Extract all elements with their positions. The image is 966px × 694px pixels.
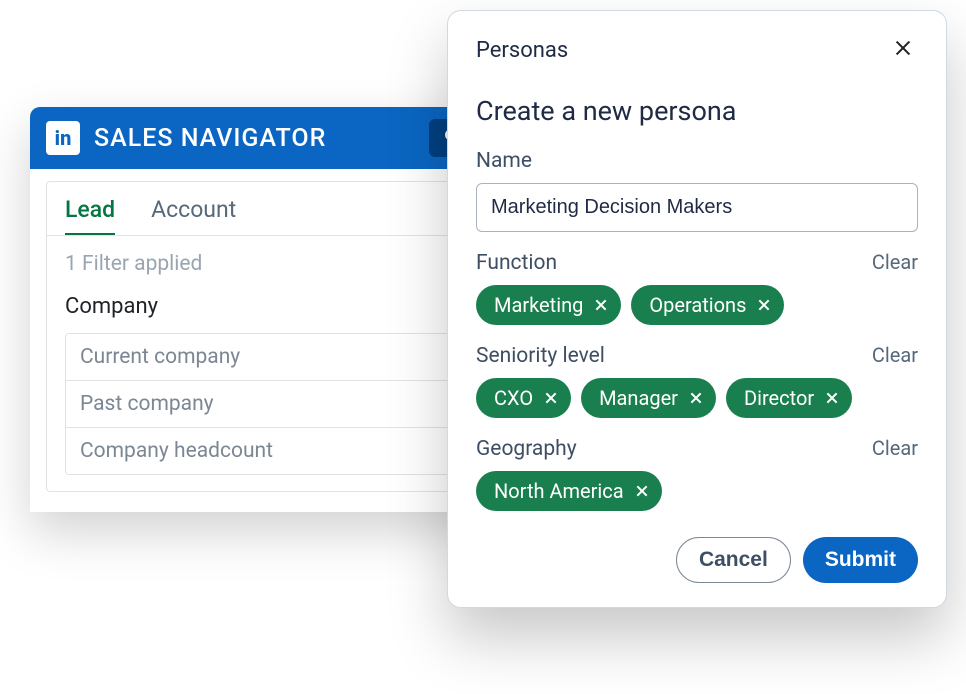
linkedin-logo: in [46,121,80,155]
modal-header: Personas [476,33,918,67]
chip-director[interactable]: Director [726,378,852,418]
tab-lead[interactable]: Lead [65,196,115,235]
chip-operations[interactable]: Operations [631,285,784,325]
remove-icon [756,297,772,313]
remove-icon [688,390,704,406]
modal-title: Create a new persona [476,95,918,127]
geography-label: Geography [476,437,577,461]
persona-name-input[interactable] [476,183,918,232]
remove-icon [593,297,609,313]
filter-row-label: Company headcount [80,439,273,463]
seniority-chips: CXO Manager Director [476,378,918,418]
chip-marketing[interactable]: Marketing [476,285,621,325]
remove-icon [824,390,840,406]
function-chips: Marketing Operations [476,285,918,325]
name-label: Name [476,149,918,173]
modal-footer: Cancel Submit [476,537,918,583]
close-button[interactable] [888,33,918,67]
tab-account[interactable]: Account [151,196,236,235]
close-icon [892,44,914,63]
submit-button[interactable]: Submit [803,537,918,583]
remove-icon [543,390,559,406]
seniority-label: Seniority level [476,344,605,368]
chip-label: Operations [649,293,746,317]
clear-seniority-button[interactable]: Clear [872,343,918,367]
geography-chips: North America [476,471,918,511]
chip-label: Manager [599,386,678,410]
clear-function-button[interactable]: Clear [872,250,918,274]
clear-geography-button[interactable]: Clear [872,436,918,460]
function-label: Function [476,251,557,275]
chip-label: CXO [494,386,533,410]
filter-row-label: Current company [80,345,240,369]
modal-header-title: Personas [476,38,568,63]
linkedin-logo-text: in [55,126,72,150]
chip-manager[interactable]: Manager [581,378,716,418]
cancel-button[interactable]: Cancel [676,537,791,583]
chip-label: Director [744,386,814,410]
persona-modal: Personas Create a new persona Name Funct… [447,10,947,608]
chip-north-america[interactable]: North America [476,471,662,511]
filter-row-label: Past company [80,392,214,416]
chip-label: North America [494,479,624,503]
chip-cxo[interactable]: CXO [476,378,571,418]
remove-icon [634,483,650,499]
app-title: SALES NAVIGATOR [94,124,326,153]
chip-label: Marketing [494,293,583,317]
